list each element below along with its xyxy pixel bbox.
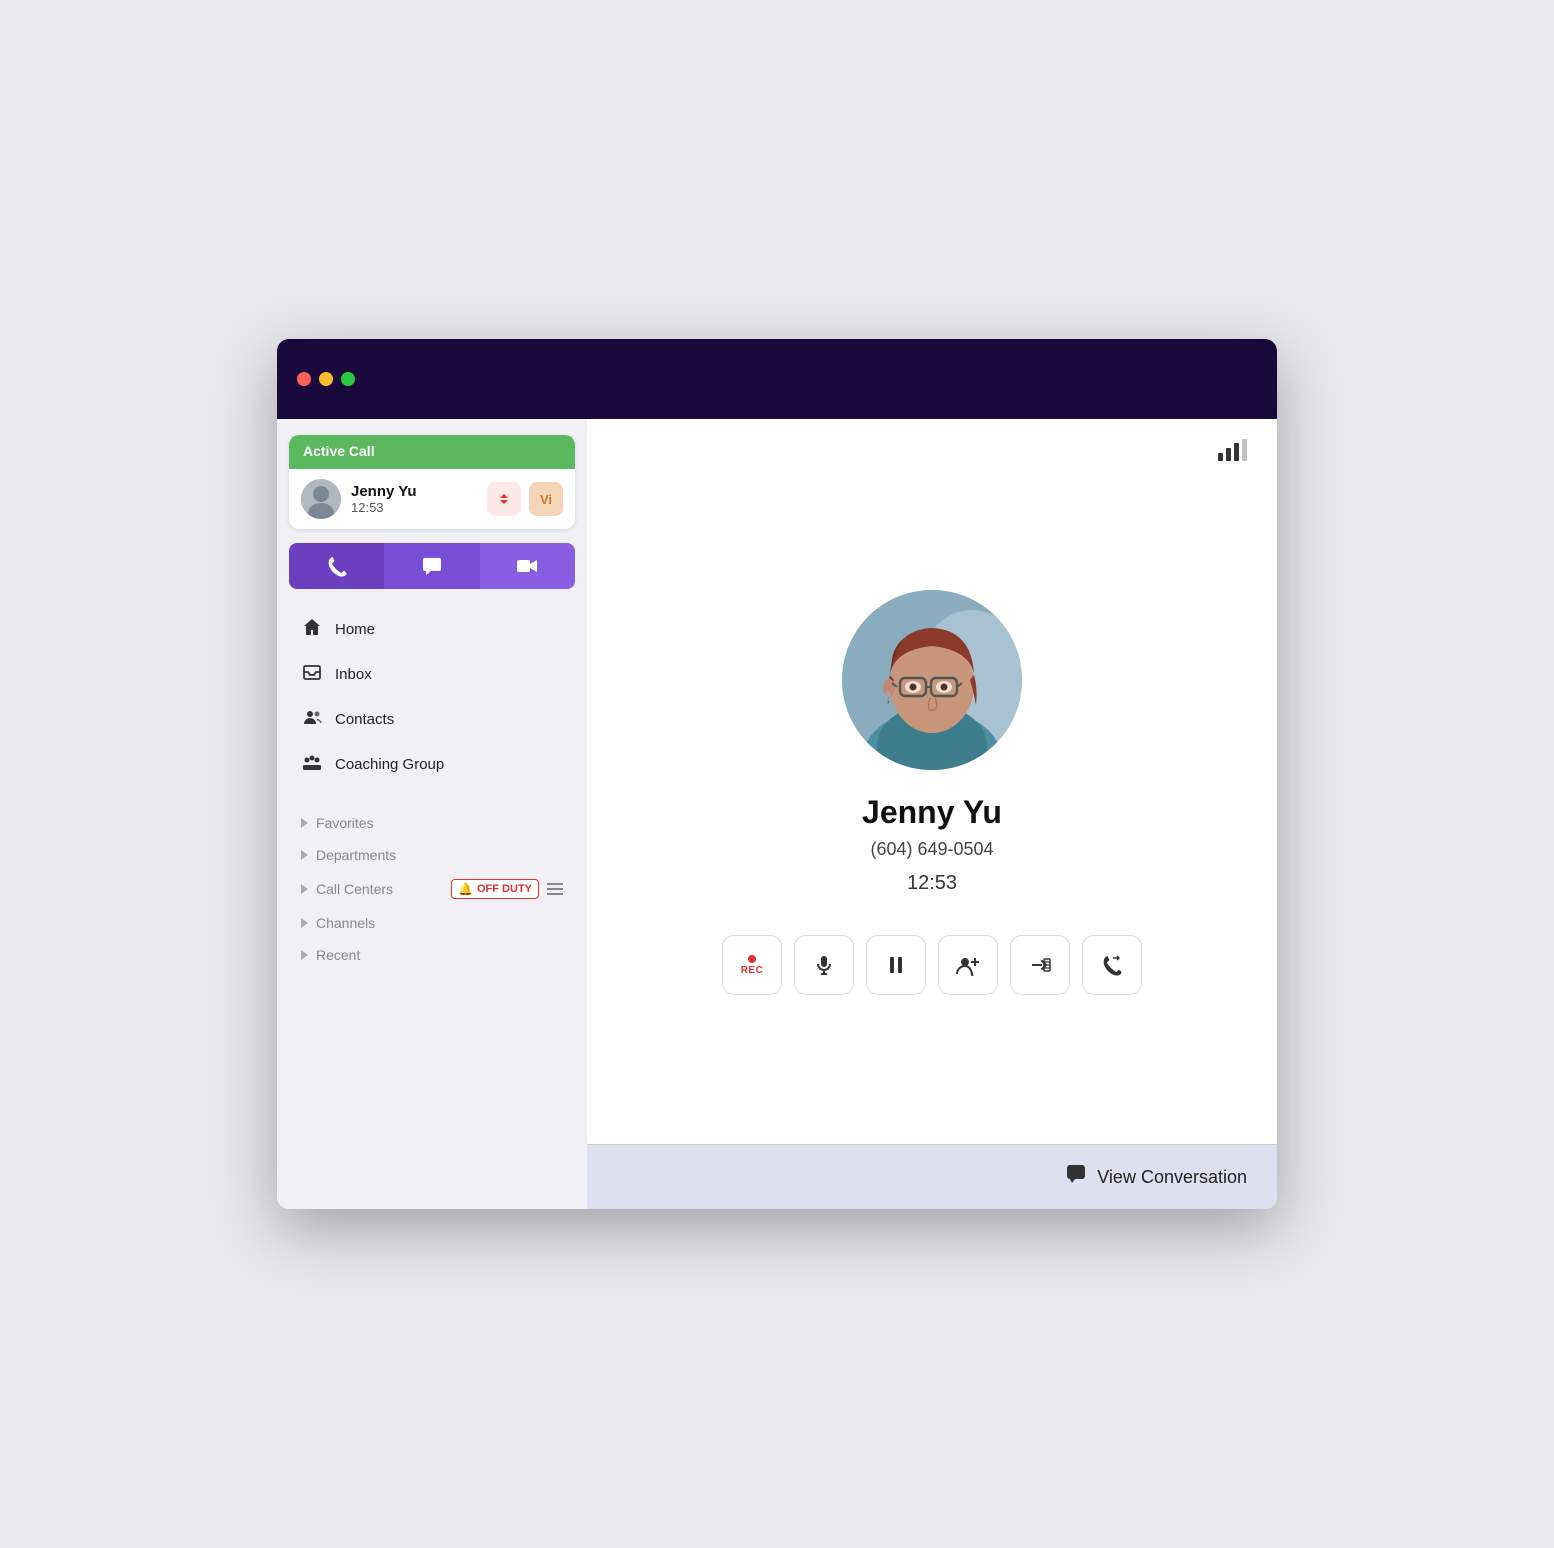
active-call-info: Jenny Yu 12:53 Vi: [289, 469, 575, 529]
rec-label: REC: [741, 955, 764, 976]
transfer-button[interactable]: [1010, 935, 1070, 995]
tab-phone[interactable]: [289, 543, 384, 589]
section-departments[interactable]: Departments: [289, 839, 575, 871]
home-label: Home: [335, 621, 375, 638]
section-favorites[interactable]: Favorites: [289, 807, 575, 839]
caller-avatar: [301, 479, 341, 519]
coaching-icon: [301, 752, 323, 777]
close-button[interactable]: [297, 372, 311, 386]
main-header: [587, 419, 1277, 481]
section-channels[interactable]: Channels: [289, 907, 575, 939]
tab-chat[interactable]: [384, 543, 479, 589]
contacts-label: Contacts: [335, 711, 394, 728]
chevron-departments: [301, 850, 308, 860]
collapsible-sections: Favorites Departments Call Centers 🔔 OFF…: [289, 807, 575, 971]
rec-dot: [748, 955, 756, 963]
recent-label: Recent: [316, 947, 563, 963]
contact-avatar-large: [842, 590, 1022, 770]
call-flip-icon: [1101, 954, 1123, 976]
rec-text: REC: [741, 965, 764, 976]
call-controls: REC: [692, 935, 1172, 995]
sidebar-item-inbox[interactable]: Inbox: [289, 652, 575, 697]
active-call-header: Active Call: [289, 435, 575, 469]
nav-list: Home Inbox: [289, 607, 575, 787]
contacts-icon: [301, 707, 323, 732]
title-bar: [277, 339, 1277, 419]
add-person-icon: [956, 954, 980, 976]
mute-button[interactable]: [794, 935, 854, 995]
active-call-label: Active Call: [303, 443, 375, 459]
channels-label: Channels: [316, 915, 563, 931]
coaching-label: Coaching Group: [335, 756, 444, 773]
sidebar-item-home[interactable]: Home: [289, 607, 575, 652]
bar4: [1242, 439, 1247, 461]
flip-button[interactable]: [1082, 935, 1142, 995]
app-window: Active Call Jenny Yu 12:53: [277, 339, 1277, 1209]
minimize-button[interactable]: [319, 372, 333, 386]
departments-label: Departments: [316, 847, 563, 863]
vi-button[interactable]: Vi: [529, 482, 563, 516]
bell-icon: 🔔: [458, 882, 473, 896]
favorites-label: Favorites: [316, 815, 563, 831]
view-conversation-button[interactable]: View Conversation: [1065, 1163, 1247, 1191]
add-participant-button[interactable]: [938, 935, 998, 995]
sidebar-item-contacts[interactable]: Contacts: [289, 697, 575, 742]
off-duty-badge: 🔔 OFF DUTY: [451, 879, 539, 899]
transfer-icon: [1028, 954, 1052, 976]
chevron-channels: [301, 918, 308, 928]
contact-phone: (604) 649-0504: [870, 839, 993, 860]
contact-name: Jenny Yu: [862, 794, 1002, 831]
caller-name: Jenny Yu: [351, 483, 477, 500]
action-tabs: [289, 543, 575, 589]
chevron-call-centers: [301, 884, 308, 894]
call-centers-label: Call Centers: [316, 881, 443, 897]
active-call-card: Active Call Jenny Yu 12:53: [289, 435, 575, 529]
call-timer: 12:53: [907, 872, 957, 895]
inline-call-actions: Vi: [487, 482, 563, 516]
inbox-icon: [301, 662, 323, 687]
maximize-button[interactable]: [341, 372, 355, 386]
section-recent[interactable]: Recent: [289, 939, 575, 971]
chevron-recent: [301, 950, 308, 960]
mic-icon: [813, 954, 835, 976]
sidebar-item-coaching[interactable]: Coaching Group: [289, 742, 575, 787]
off-duty-text: OFF DUTY: [477, 883, 532, 895]
bar1: [1218, 453, 1223, 461]
chat-bubble-icon: [1065, 1163, 1087, 1191]
call-duration-sidebar: 12:53: [351, 500, 477, 515]
bar2: [1226, 448, 1231, 461]
pause-icon: [885, 954, 907, 976]
home-icon: [301, 617, 323, 642]
sidebar: Active Call Jenny Yu 12:53: [277, 419, 587, 1209]
caller-details: Jenny Yu 12:53: [351, 483, 477, 515]
pause-button[interactable]: [866, 935, 926, 995]
bottom-bar: View Conversation: [587, 1144, 1277, 1209]
app-body: Active Call Jenny Yu 12:53: [277, 419, 1277, 1209]
window-controls: [297, 372, 355, 386]
hamburger-menu[interactable]: [547, 883, 563, 895]
chevron-favorites: [301, 818, 308, 828]
record-button[interactable]: REC: [722, 935, 782, 995]
view-conversation-label: View Conversation: [1097, 1167, 1247, 1188]
bar3: [1234, 443, 1239, 461]
tab-video[interactable]: [480, 543, 575, 589]
inbox-label: Inbox: [335, 666, 372, 683]
transfer-inline-button[interactable]: [487, 482, 521, 516]
main-content: Jenny Yu (604) 649-0504 12:53 REC: [587, 419, 1277, 1209]
section-call-centers[interactable]: Call Centers 🔔 OFF DUTY: [289, 871, 575, 907]
contact-area: Jenny Yu (604) 649-0504 12:53 REC: [587, 481, 1277, 1144]
signal-bars-icon: [1218, 439, 1247, 461]
